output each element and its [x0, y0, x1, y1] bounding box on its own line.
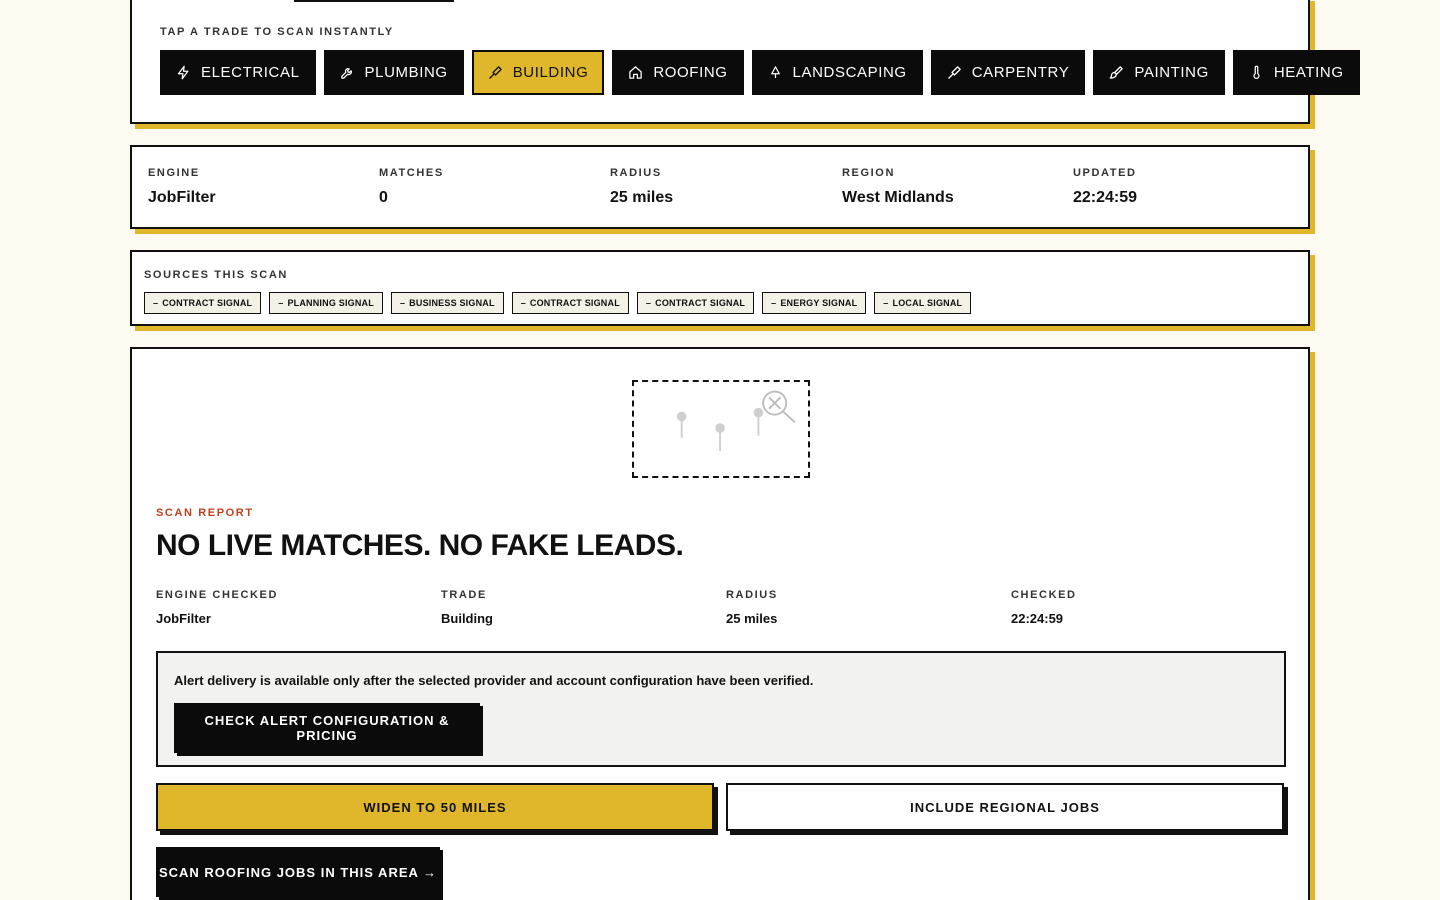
- stat-updated: UPDATED 22:24:59: [1073, 167, 1137, 207]
- source-chip-label: LOCAL SIGNAL: [892, 298, 963, 308]
- trade-button-painting[interactable]: PAINTING: [1093, 50, 1225, 95]
- trade-button-label: ELECTRICAL: [201, 64, 300, 81]
- stat-region: REGION West Midlands: [842, 167, 954, 207]
- report-stat-radius: RADIUS 25 miles: [726, 589, 778, 626]
- sources-label: SOURCES THIS SCAN: [144, 269, 288, 281]
- map-pins-search-icon: [676, 390, 796, 452]
- empty-results-illustration: [632, 380, 810, 478]
- trade-button-landscaping[interactable]: LANDSCAPING: [751, 50, 923, 95]
- report-title: NO LIVE MATCHES. NO FAKE LEADS.: [156, 529, 684, 562]
- stat-value: Building: [441, 611, 493, 626]
- trade-selector-label: TAP A TRADE TO SCAN INSTANTLY: [160, 26, 394, 38]
- report-stat-checked: CHECKED 22:24:59: [1011, 589, 1077, 626]
- include-regional-jobs-button[interactable]: INCLUDE REGIONAL JOBS: [726, 783, 1284, 831]
- trade-button-label: LANDSCAPING: [792, 64, 907, 81]
- wrench-icon: [340, 68, 352, 79]
- scan-roofing-jobs-button[interactable]: SCAN ROOFING JOBS IN THIS AREA →: [156, 847, 440, 897]
- trade-button-plumbing[interactable]: PLUMBING: [323, 50, 464, 95]
- tree-icon: [770, 66, 780, 79]
- stat-label: TRADE: [441, 589, 487, 601]
- search-field-edge: [294, 0, 454, 2]
- check-alert-config-button[interactable]: CHECK ALERT CONFIGURATION & PRICING: [174, 703, 480, 753]
- stat-value: 25 miles: [726, 611, 778, 626]
- trade-button-label: CARPENTRY: [971, 64, 1070, 81]
- source-chip-label: CONTRACT SIGNAL: [529, 298, 620, 308]
- trade-button-roofing[interactable]: ROOFING: [612, 50, 744, 95]
- trade-button-label: ROOFING: [653, 64, 728, 81]
- alert-config-notice: Alert delivery is available only after t…: [156, 651, 1286, 767]
- trade-button-building[interactable]: BUILDING: [471, 50, 605, 95]
- stat-radius: RADIUS 25 miles: [610, 167, 673, 207]
- stat-value: West Midlands: [842, 189, 954, 206]
- stat-label: ENGINE CHECKED: [156, 589, 279, 601]
- scan-stats-card: ENGINE JobFilter MATCHES 0 RADIUS 25 mil…: [130, 145, 1310, 229]
- hammer-icon: [947, 66, 961, 79]
- source-chip: – CONTRACT SIGNAL: [144, 292, 262, 314]
- trade-button-label: PLUMBING: [364, 64, 448, 81]
- trade-button-heating[interactable]: HEATING: [1232, 50, 1360, 95]
- hammer-icon: [488, 66, 502, 79]
- stat-value: 22:24:59: [1073, 189, 1138, 206]
- stat-label: RADIUS: [610, 167, 662, 179]
- stat-value: JobFilter: [156, 611, 211, 626]
- source-chip-label: BUSINESS SIGNAL: [409, 298, 495, 308]
- report-stat-engine: ENGINE CHECKED JobFilter: [156, 589, 278, 626]
- source-chip: – CONTRACT SIGNAL: [511, 292, 629, 314]
- stat-value: 0: [379, 189, 388, 206]
- lightning-icon: [177, 65, 189, 80]
- source-chip-row: – CONTRACT SIGNAL – PLANNING SIGNAL – BU…: [144, 292, 972, 314]
- stat-label: ENGINE: [148, 167, 200, 179]
- stat-matches: MATCHES 0: [379, 167, 444, 207]
- stat-label: CHECKED: [1011, 589, 1077, 601]
- stat-engine: ENGINE JobFilter: [148, 167, 216, 207]
- trade-button-label: BUILDING: [512, 64, 589, 81]
- source-chip-label: CONTRACT SIGNAL: [162, 298, 253, 308]
- source-chip: – ENERGY SIGNAL: [762, 292, 867, 314]
- report-kicker: SCAN REPORT: [156, 507, 254, 519]
- report-stat-trade: TRADE Building: [441, 589, 493, 626]
- scan-report-card: SCAN REPORT NO LIVE MATCHES. NO FAKE LEA…: [130, 347, 1310, 900]
- stat-label: MATCHES: [379, 167, 444, 179]
- source-chip: – LOCAL SIGNAL: [874, 292, 972, 314]
- source-chip-label: ENERGY SIGNAL: [780, 298, 858, 308]
- stat-label: RADIUS: [726, 589, 778, 601]
- stat-value: 25 miles: [610, 189, 674, 206]
- trade-button-carpentry[interactable]: CARPENTRY: [930, 50, 1086, 95]
- stat-label: UPDATED: [1073, 167, 1137, 179]
- sources-card: SOURCES THIS SCAN – CONTRACT SIGNAL – PL…: [130, 250, 1310, 326]
- source-chip-label: PLANNING SIGNAL: [287, 298, 374, 308]
- thermometer-icon: [1253, 65, 1260, 80]
- alert-notice-text: Alert delivery is available only after t…: [174, 673, 814, 688]
- source-chip: – BUSINESS SIGNAL: [390, 292, 504, 314]
- stat-value: JobFilter: [148, 189, 216, 206]
- stat-label: REGION: [842, 167, 895, 179]
- house-icon: [629, 66, 643, 79]
- source-chip: – PLANNING SIGNAL: [269, 292, 383, 314]
- trade-button-row: ELECTRICAL PLUMBING BUILDING ROOFING LAN…: [160, 50, 1360, 95]
- source-chip-label: CONTRACT SIGNAL: [655, 298, 746, 308]
- trade-button-label: PAINTING: [1134, 64, 1209, 81]
- trade-button-label: HEATING: [1273, 64, 1344, 81]
- trade-button-electrical[interactable]: ELECTRICAL: [160, 50, 316, 95]
- widen-radius-button[interactable]: WIDEN TO 50 MILES: [156, 783, 714, 831]
- trade-selector-card: TAP A TRADE TO SCAN INSTANTLY ELECTRICAL…: [130, 0, 1360, 124]
- stat-value: 22:24:59: [1011, 611, 1064, 626]
- paintbrush-icon: [1109, 66, 1124, 79]
- source-chip: – CONTRACT SIGNAL: [636, 292, 755, 314]
